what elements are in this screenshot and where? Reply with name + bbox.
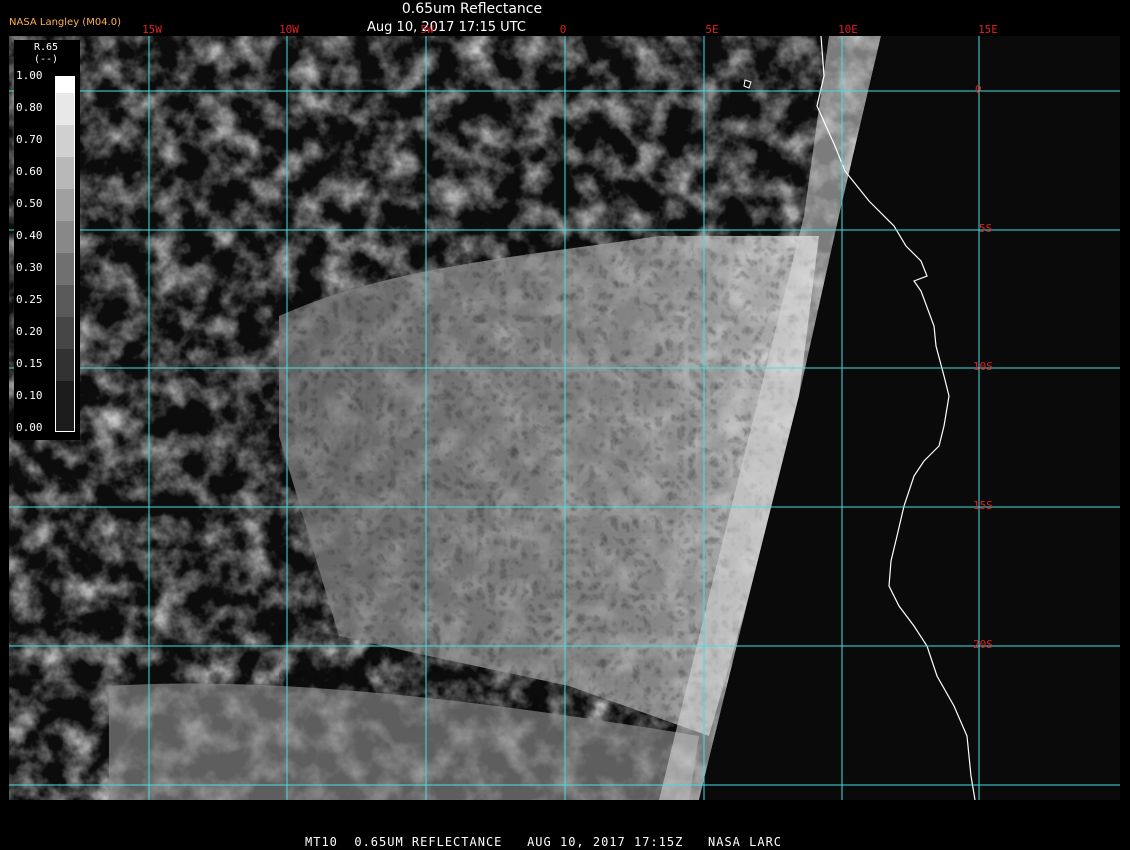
colorbar-tick: 0.20: [16, 325, 43, 338]
header-bar: NASA Langley (M04.0) 0.65um Reflectance …: [0, 0, 1130, 36]
colorbar-tick: 0.15: [16, 357, 43, 370]
colorbar-segment: [56, 77, 74, 93]
footer-bar: MT10 0.65UM REFLECTANCE AUG 10, 2017 17:…: [0, 834, 1130, 850]
colorbar-segment: [56, 253, 74, 285]
satellite-canvas: [9, 36, 1120, 800]
lat-label-20s: 20S: [973, 638, 993, 651]
colorbar-scale: [55, 76, 75, 432]
lon-label-0: 0: [559, 23, 567, 36]
colorbar-tick: 0.60: [16, 165, 43, 178]
colorbar-tick: 0.70: [16, 133, 43, 146]
colorbar-tick: 0.40: [16, 229, 43, 242]
colorbar-segment: [56, 285, 74, 317]
colorbar-unit: (--): [34, 54, 59, 65]
colorbar-tick: 0.30: [16, 261, 43, 274]
lat-label-10s: 10S: [973, 360, 993, 373]
lon-label-15e: 15E: [978, 23, 998, 36]
colorbar-segment: [56, 317, 74, 349]
lat-label-15s: 15S: [973, 499, 993, 512]
satellite-image[interactable]: 0 5S 10S 15S 20S: [9, 36, 1120, 800]
lon-label-15w: 15W: [142, 23, 162, 36]
colorbar-segment: [56, 381, 74, 431]
colorbar-segment: [56, 349, 74, 381]
lon-label-10e: 10E: [838, 23, 858, 36]
colorbar-tick: 0.50: [16, 197, 43, 210]
colorbar-tick: 0.25: [16, 293, 43, 306]
colorbar-tick: 1.00: [16, 69, 43, 82]
image-title: 0.65um Reflectance: [401, 1, 543, 17]
colorbar-tick: 0.10: [16, 389, 43, 402]
colorbar-tick: 0.80: [16, 101, 43, 114]
colorbar-segment: [56, 125, 74, 157]
lat-label-5s: 5S: [979, 222, 993, 235]
footer-caption: MT10 0.65UM REFLECTANCE AUG 10, 2017 17:…: [305, 835, 783, 849]
colorbar-segment: [56, 157, 74, 189]
lon-label-5w: 5W: [420, 23, 434, 36]
lat-label-0: 0: [975, 83, 982, 96]
colorbar-segment: [56, 93, 74, 125]
image-timestamp: Aug 10, 2017 17:15 UTC: [367, 20, 526, 35]
lon-label-10w: 10W: [279, 23, 299, 36]
colorbar-legend: R.65 (--) 1.00 0.80 0.70 0.60 0.50 0.40 …: [14, 40, 80, 440]
colorbar-title: R.65: [34, 42, 59, 53]
colorbar-segment: [56, 221, 74, 253]
colorbar-tick: 0.00: [16, 421, 43, 434]
colorbar-segment: [56, 189, 74, 221]
lon-label-5e: 5E: [705, 23, 719, 36]
